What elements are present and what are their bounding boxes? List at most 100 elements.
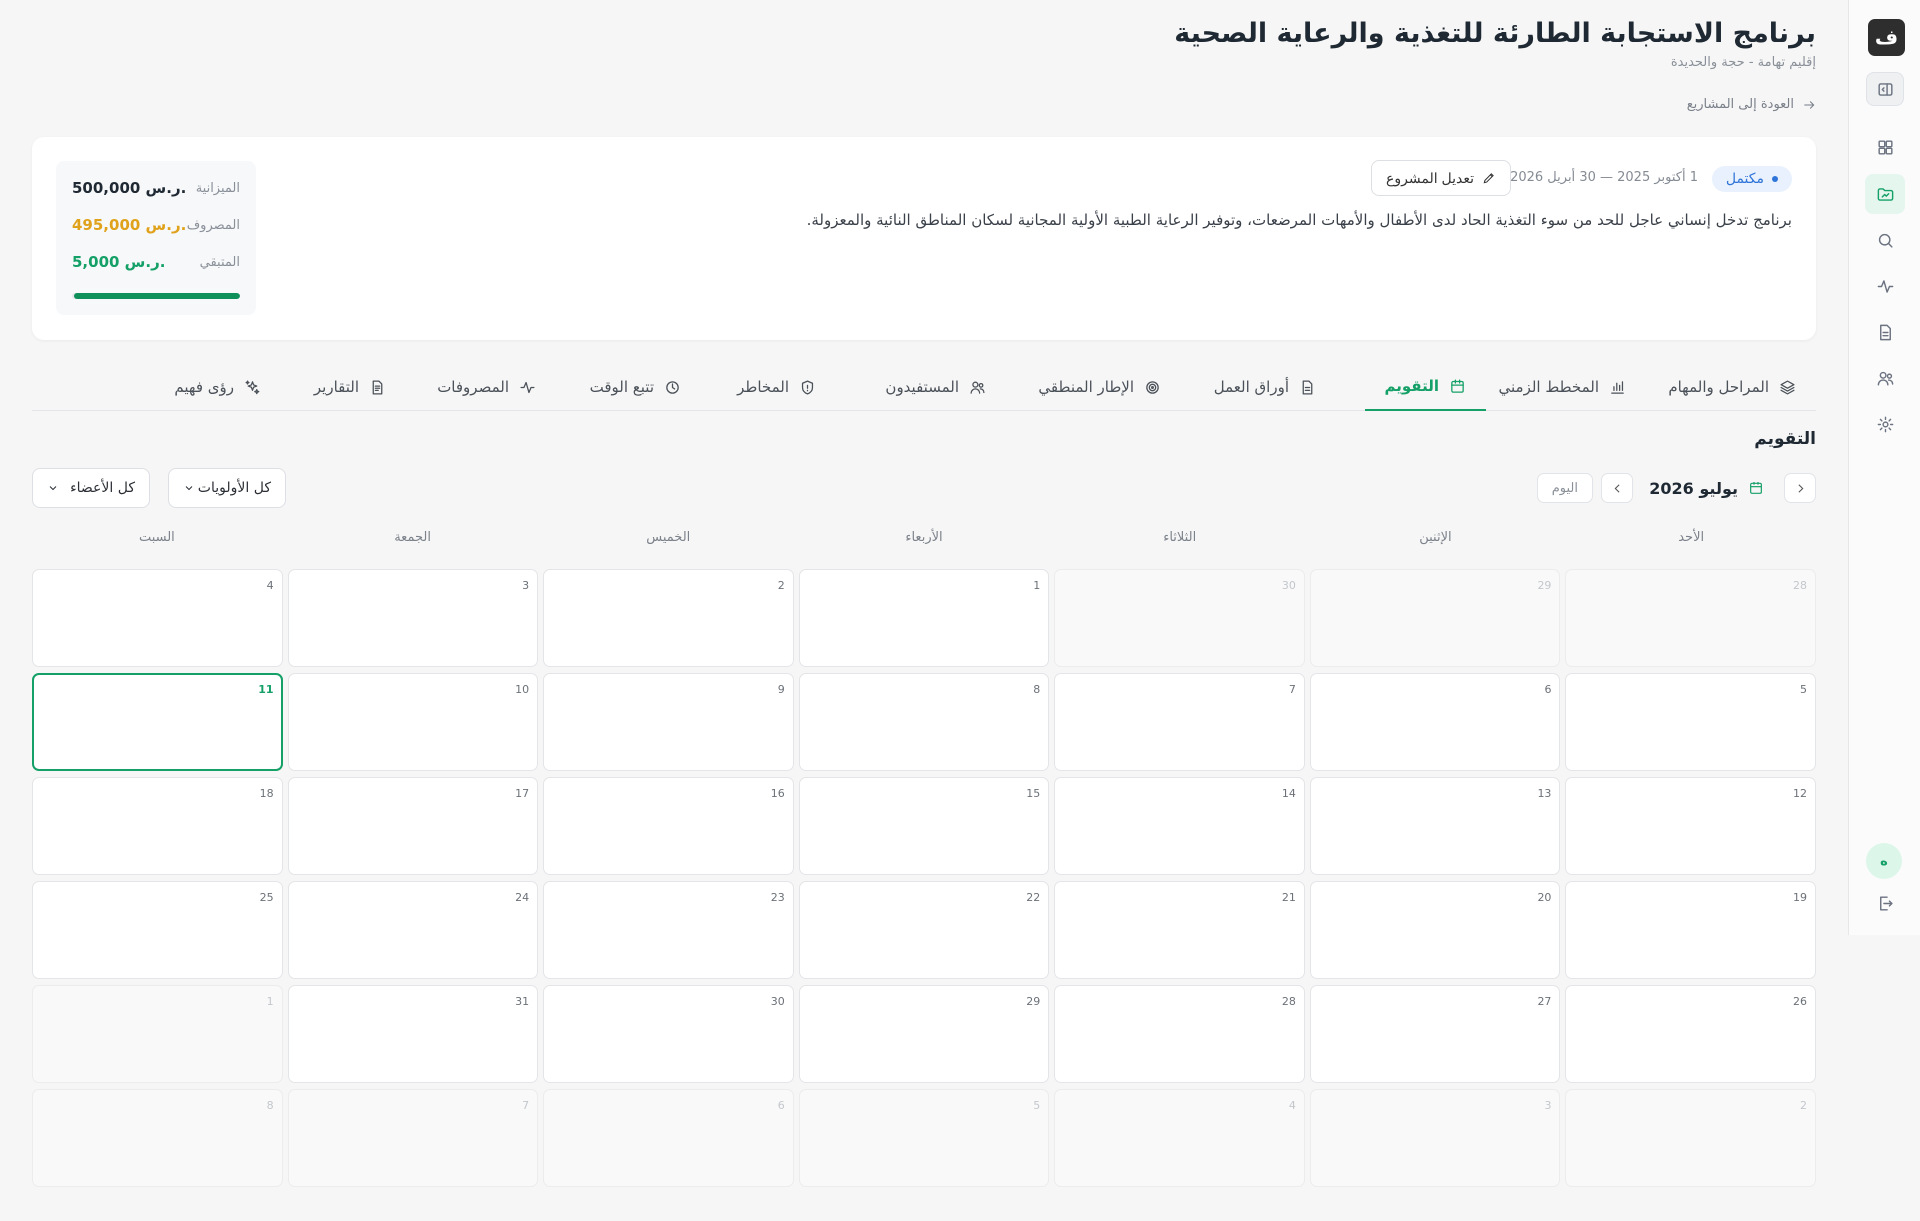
calendar-day[interactable]: 21 bbox=[1054, 881, 1305, 979]
edit-project-button[interactable]: تعديل المشروع bbox=[1371, 160, 1511, 196]
calendar-day[interactable]: 6 bbox=[543, 1089, 794, 1187]
calendar-day[interactable]: 3 bbox=[1309, 1089, 1561, 1187]
search-icon[interactable] bbox=[1867, 222, 1903, 258]
document-icon[interactable] bbox=[1867, 314, 1903, 350]
priority-filter-value: كل الأولويات bbox=[197, 480, 271, 496]
next-month-button[interactable] bbox=[1601, 473, 1633, 503]
dashboard-icon[interactable] bbox=[1867, 129, 1903, 165]
day-number: 5 bbox=[1033, 1099, 1041, 1112]
day-number: 12 bbox=[1793, 787, 1807, 800]
project-date-range: 1 أكتوبر 2025 — 30 أبريل 2026 bbox=[1510, 170, 1698, 185]
calendar-day[interactable]: 16 bbox=[543, 777, 794, 875]
calendar-day[interactable]: 19 bbox=[1565, 881, 1816, 979]
calendar-day[interactable]: 4 bbox=[1054, 1089, 1305, 1187]
tab-label: أوراق العمل bbox=[1213, 378, 1289, 396]
settings-gear-icon[interactable] bbox=[1867, 406, 1903, 442]
tab-calendar[interactable]: التقويم bbox=[1364, 363, 1486, 411]
day-number: 24 bbox=[515, 891, 530, 904]
clock-icon bbox=[666, 380, 679, 394]
document-icon bbox=[1302, 379, 1313, 395]
calendar-day[interactable]: 28 bbox=[1054, 985, 1305, 1083]
calendar-day[interactable]: 6 bbox=[1309, 673, 1561, 771]
priority-filter-select[interactable]: كل الأولويات bbox=[168, 468, 286, 508]
calendar-day[interactable]: 17 bbox=[287, 777, 539, 875]
users-icon[interactable] bbox=[1867, 360, 1903, 396]
logout-icon[interactable] bbox=[1867, 885, 1903, 921]
day-number: 13 bbox=[1537, 787, 1552, 800]
day-number: 7 bbox=[1288, 683, 1296, 696]
calendar-day[interactable]: 26 bbox=[1565, 985, 1816, 1083]
calendar-day[interactable]: 5 bbox=[1565, 673, 1816, 771]
day-number: 23 bbox=[770, 891, 785, 904]
weekday-header: الأحد الإثنين الثلاثاء الأربعاء الخميس الجمعة… bbox=[32, 530, 1816, 545]
day-number: 21 bbox=[1281, 891, 1296, 904]
previous-month-button[interactable] bbox=[1784, 473, 1816, 503]
tab-clock[interactable]: تتبع الوقت bbox=[570, 363, 701, 411]
calendar-day[interactable]: 30 bbox=[1054, 569, 1305, 667]
calendar-day[interactable]: 2 bbox=[1565, 1089, 1816, 1187]
chevron-left-icon bbox=[1614, 483, 1620, 493]
day-number: 2 bbox=[1800, 1099, 1807, 1112]
day-number: 29 bbox=[1537, 579, 1552, 592]
app-logo[interactable]: ف bbox=[1868, 19, 1905, 56]
chevron-right-icon bbox=[1797, 483, 1803, 493]
calendar-day[interactable]: 8 bbox=[798, 673, 1050, 771]
calendar-day[interactable]: 28 bbox=[1565, 569, 1816, 667]
calendar-day[interactable]: 27 bbox=[1309, 985, 1561, 1083]
day-number: 20 bbox=[1537, 891, 1552, 904]
user-avatar[interactable]: ه bbox=[1866, 843, 1902, 879]
tab-document[interactable]: أوراق العمل bbox=[1194, 363, 1336, 411]
calendar-day[interactable]: 29 bbox=[798, 985, 1050, 1083]
status-label: مكتمل bbox=[1725, 171, 1764, 187]
calendar-day[interactable]: 24 bbox=[287, 881, 539, 979]
pencil-icon bbox=[1483, 173, 1494, 184]
calendar-day[interactable]: 1 bbox=[798, 569, 1050, 667]
calendar-day[interactable]: 15 bbox=[798, 777, 1050, 875]
remaining-value: 5,000 ر.س. bbox=[72, 253, 166, 271]
calendar-day[interactable]: 5 bbox=[798, 1089, 1050, 1187]
calendar-day[interactable]: 3 bbox=[287, 569, 539, 667]
calendar-day[interactable]: 18 bbox=[32, 777, 283, 875]
weekday-label: الأحد bbox=[1678, 530, 1705, 545]
calendar-day[interactable]: 13 bbox=[1309, 777, 1561, 875]
tab-bar-chart[interactable]: المخطط الزمني bbox=[1479, 363, 1646, 411]
budget-row: الميزانية 500,000 ر.س. bbox=[72, 179, 240, 197]
project-region: إقليم تهامة - حجة والحديدة bbox=[1670, 55, 1816, 70]
member-filter-select[interactable]: كل الأعضاء bbox=[32, 468, 150, 508]
projects-folder-icon[interactable] bbox=[1865, 174, 1905, 214]
tab-layers[interactable]: المراحل والمهام bbox=[1648, 363, 1816, 411]
collapse-sidebar-icon[interactable] bbox=[1866, 72, 1904, 106]
activity-icon[interactable] bbox=[1867, 268, 1903, 304]
calendar-day[interactable]: 29 bbox=[1309, 569, 1561, 667]
day-number: 28 bbox=[1281, 995, 1296, 1008]
edit-project-label: تعديل المشروع bbox=[1386, 169, 1474, 186]
calendar-day[interactable]: 9 bbox=[543, 673, 794, 771]
day-number: 1 bbox=[266, 995, 274, 1008]
calendar-day[interactable]: 12 bbox=[1565, 777, 1816, 875]
calendar-day[interactable]: 31 bbox=[287, 985, 539, 1083]
tab-users[interactable]: المستفيدون bbox=[865, 363, 1006, 411]
tab-target[interactable]: الإطار المنطقي bbox=[1018, 363, 1181, 411]
calendar-day[interactable]: 20 bbox=[1309, 881, 1561, 979]
tab-activity[interactable]: المصروفات bbox=[417, 363, 556, 411]
calendar-day[interactable]: 23 bbox=[543, 881, 794, 979]
back-to-projects-link[interactable]: العودة إلى المشاريع bbox=[1687, 97, 1816, 112]
tab-sparkles[interactable]: رؤى فهيم bbox=[154, 363, 281, 411]
today-button[interactable]: اليوم bbox=[1536, 473, 1593, 503]
calendar-day[interactable]: 10 bbox=[287, 673, 539, 771]
calendar-day[interactable]: 2 bbox=[543, 569, 794, 667]
weekday-label: الإثنين bbox=[1419, 530, 1452, 545]
calendar-day[interactable]: 25 bbox=[32, 881, 283, 979]
calendar-day[interactable]: 1 bbox=[32, 985, 283, 1083]
calendar-day[interactable]: 30 bbox=[543, 985, 794, 1083]
tab-report[interactable]: التقارير bbox=[294, 363, 406, 411]
current-month: يوليو 2026 bbox=[1641, 473, 1772, 503]
calendar-day[interactable]: 14 bbox=[1054, 777, 1305, 875]
calendar-day[interactable]: 7 bbox=[1054, 673, 1305, 771]
tab-shield[interactable]: المخاطر bbox=[717, 363, 836, 411]
calendar-day[interactable]: 8 bbox=[32, 1089, 283, 1187]
calendar-day-today[interactable]: 11 bbox=[32, 673, 283, 771]
calendar-day[interactable]: 7 bbox=[287, 1089, 539, 1187]
calendar-day[interactable]: 4 bbox=[32, 569, 283, 667]
calendar-day[interactable]: 22 bbox=[798, 881, 1050, 979]
